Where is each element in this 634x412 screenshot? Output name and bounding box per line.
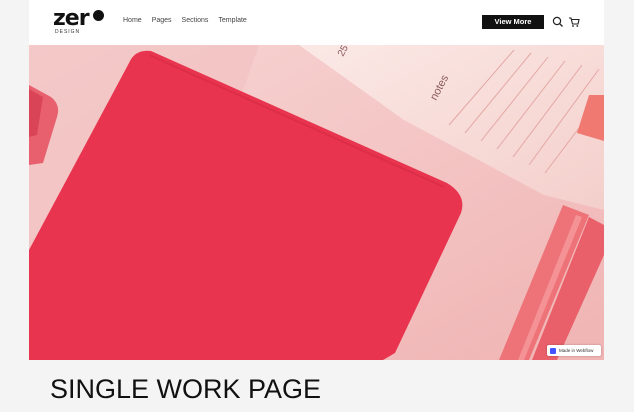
nav-item-pages[interactable]: Pages [152,17,172,24]
nav-item-sections[interactable]: Sections [182,17,209,24]
badge-label: Made in Webflow [559,348,594,353]
page-title: SINGLE WORK PAGE [50,374,322,404]
nav-item-home[interactable]: Home [123,17,142,24]
view-more-button[interactable]: View More [482,15,544,29]
search-icon[interactable] [551,15,565,29]
notebook-flatlay-illustration: notes 25 [29,45,604,360]
made-in-webflow-badge[interactable]: Made in Webflow [547,345,601,356]
logo-dot [93,10,104,21]
hero-image: notes 25 [29,45,604,360]
nav-menu: Home Pages Sections Template [123,17,247,24]
logo-subtitle: DESIGN [55,29,81,35]
webflow-logo-icon [550,347,556,354]
cart-icon[interactable] [567,15,581,29]
logo[interactable]: zer DESIGN [53,6,113,36]
page-frame: zer DESIGN Home Pages Sections Template … [29,0,604,360]
nav-item-template[interactable]: Template [218,17,246,24]
top-nav: zer DESIGN Home Pages Sections Template … [29,0,604,45]
